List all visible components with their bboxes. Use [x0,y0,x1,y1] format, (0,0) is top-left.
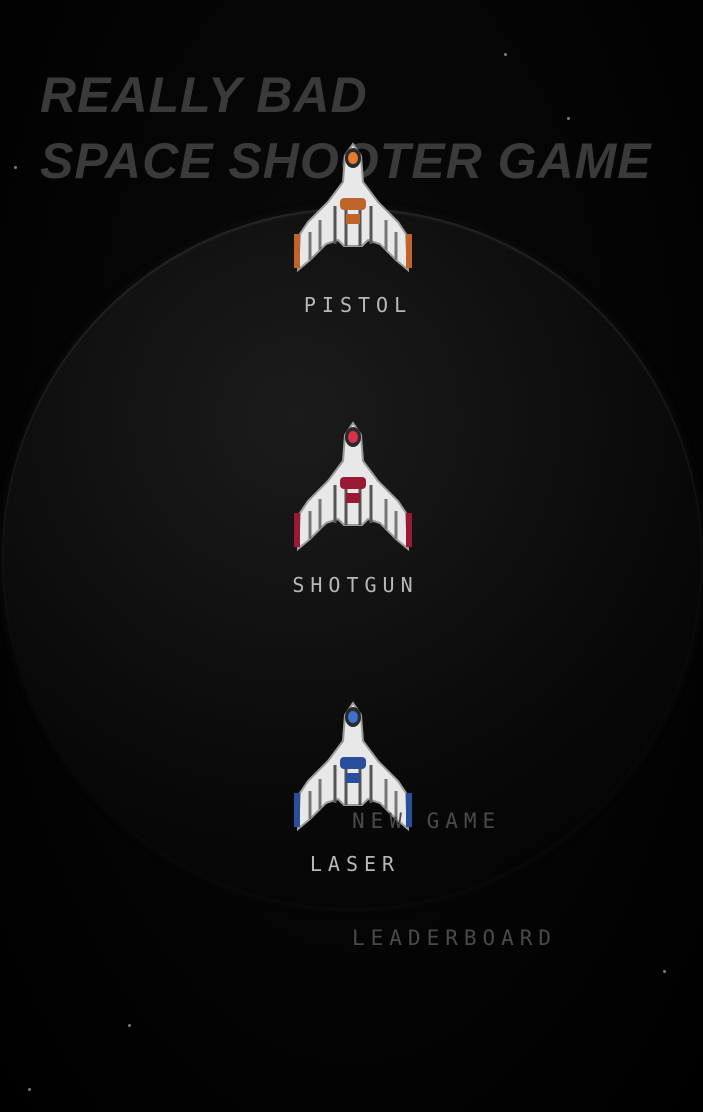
ship-label-pistol[interactable]: PISTOL [298,293,418,317]
ship-label-shotgun[interactable]: SHOTGUN [278,573,433,597]
leaderboard-button[interactable]: LEADERBOARD [352,926,557,950]
ship-pistol[interactable] [288,142,418,272]
game-screen: Really Bad Space Shooter Game PISTOL [0,0,703,1112]
ship-shotgun[interactable] [288,421,418,551]
star [504,53,507,56]
star [14,166,17,169]
game-title-line-1: Really Bad [40,67,368,123]
new-game-button[interactable]: NEW GAME [352,809,501,833]
ship-label-laser[interactable]: LASER [300,852,410,876]
star [663,970,666,973]
star [28,1088,31,1091]
star [128,1024,131,1027]
